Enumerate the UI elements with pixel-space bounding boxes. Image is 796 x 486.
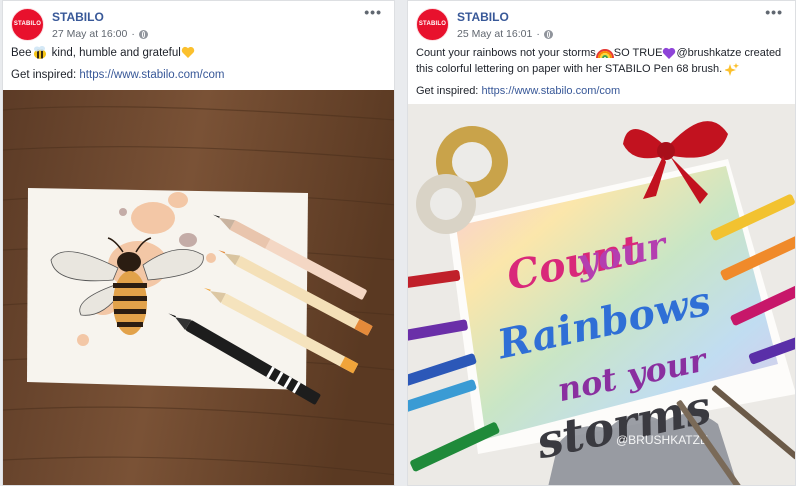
bee-drawing-photo bbox=[3, 90, 394, 485]
post-photo-rainbow[interactable]: Count your Rainbows not your storms @BRU… bbox=[408, 104, 795, 485]
timestamp[interactable]: 25 May at 16:01 bbox=[457, 28, 532, 40]
stabilo-link[interactable]: https://www.stabilo.com/com bbox=[481, 85, 620, 97]
yellow-heart-emoji-icon bbox=[181, 47, 195, 59]
globe-icon bbox=[138, 29, 148, 39]
page-name-link[interactable]: STABILO bbox=[457, 10, 509, 24]
purple-heart-emoji-icon bbox=[663, 47, 676, 59]
avatar[interactable]: STABILO bbox=[416, 8, 449, 41]
post-caption: Count your rainbows not your storms SO TR… bbox=[416, 47, 782, 76]
post-header: STABILO STABILO 25 May at 16:01 · ••• bbox=[416, 4, 789, 42]
post-header: STABILO STABILO 27 May at 16:00 · ••• bbox=[11, 4, 388, 42]
inspire-line: Get inspired: https://www.stabilo.com/co… bbox=[11, 69, 225, 81]
inspire-line: Get inspired: https://www.stabilo.com/co… bbox=[416, 85, 621, 97]
more-options-icon[interactable]: ••• bbox=[765, 4, 783, 20]
post-meta: 25 May at 16:01 · bbox=[457, 28, 553, 40]
post-caption: Bee kind, humble and grateful bbox=[11, 45, 386, 61]
post-rainbow: STABILO STABILO 25 May at 16:01 · ••• Co… bbox=[407, 0, 796, 486]
globe-icon bbox=[543, 29, 553, 39]
photo-watermark: @BRUSHKATZE bbox=[616, 433, 708, 447]
timestamp[interactable]: 27 May at 16:00 bbox=[52, 28, 127, 40]
post-bee: STABILO STABILO 27 May at 16:00 · ••• Be… bbox=[2, 0, 395, 486]
more-options-icon[interactable]: ••• bbox=[364, 4, 382, 20]
rainbow-emoji-icon bbox=[595, 49, 614, 59]
stabilo-link[interactable]: https://www.stabilo.com/com bbox=[79, 69, 224, 81]
page-name-link[interactable]: STABILO bbox=[52, 10, 104, 24]
bee-emoji-icon bbox=[34, 45, 47, 59]
post-meta: 27 May at 16:00 · bbox=[52, 28, 148, 40]
avatar[interactable]: STABILO bbox=[11, 8, 44, 41]
rainbow-lettering-photo: Count your Rainbows not your storms @BRU… bbox=[408, 104, 795, 485]
post-photo-bee[interactable] bbox=[3, 90, 394, 485]
sparkles-emoji-icon bbox=[725, 62, 740, 76]
